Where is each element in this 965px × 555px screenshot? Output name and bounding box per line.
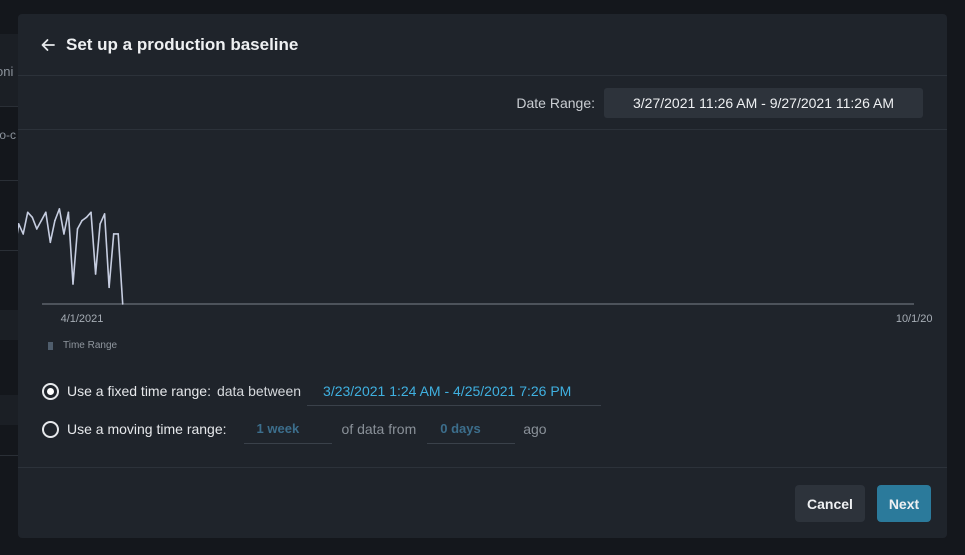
data-point — [67, 211, 70, 214]
moving-range-radio[interactable] — [42, 420, 59, 438]
cancel-button[interactable]: Cancel — [795, 485, 865, 522]
fixed-range-sublabel: data between — [216, 383, 302, 399]
data-point — [40, 219, 43, 222]
moving-range-option[interactable]: Use a moving time range: 1 week of data … — [42, 414, 601, 444]
data-point — [58, 208, 61, 210]
data-point — [85, 216, 88, 219]
data-point — [94, 273, 97, 275]
series-line — [18, 208, 124, 305]
footer-divider — [18, 467, 947, 468]
next-button[interactable]: Next — [877, 485, 931, 522]
moving-range-label: Use a moving time range: — [67, 421, 227, 437]
data-point — [72, 283, 74, 285]
data-point — [26, 211, 29, 214]
date-range-picker[interactable]: 3/27/2021 11:26 AM - 9/27/2021 11:26 AM — [604, 87, 923, 118]
background-divider — [0, 250, 18, 251]
background-divider — [0, 106, 18, 107]
moving-range-suffix: ago — [523, 421, 547, 437]
x-tick-label: 10/1/20 — [895, 313, 933, 325]
data-point — [103, 213, 106, 215]
arrow-left-icon[interactable] — [40, 37, 56, 53]
baseline-chart[interactable]: Time Range 4/1/20215/1/20216/1/20217/1/2… — [18, 154, 947, 354]
data-point — [90, 211, 92, 214]
fixed-range-field[interactable]: 3/23/2021 1:24 AM - 4/25/2021 7:26 PM — [307, 376, 602, 406]
data-point — [31, 216, 34, 219]
background-divider — [0, 180, 18, 181]
data-point — [22, 233, 25, 235]
modal-header: Set up a production baseline — [18, 14, 947, 76]
data-point — [112, 233, 115, 235]
moving-offset-field[interactable]: 0 days — [427, 414, 516, 444]
data-point — [63, 233, 65, 235]
x-tick-label: 4/1/2021 — [60, 313, 104, 325]
date-range-row: Date Range: 3/27/2021 11:26 AM - 9/27/20… — [18, 76, 947, 130]
data-point — [81, 219, 83, 222]
legend-swatch — [48, 341, 53, 350]
background-text: oni — [0, 64, 14, 79]
data-point — [49, 241, 52, 244]
data-point — [45, 211, 47, 214]
data-point — [121, 303, 124, 305]
moving-range-middle: of data from — [341, 421, 417, 437]
data-point — [76, 228, 79, 230]
data-point — [117, 233, 119, 235]
data-point — [108, 286, 110, 289]
time-range-options: Use a fixed time range: data between 3/2… — [42, 376, 602, 452]
background-divider — [0, 455, 18, 456]
background-text: to-c — [0, 128, 17, 142]
background-row — [0, 395, 18, 425]
moving-duration-field[interactable]: 1 week — [243, 414, 332, 444]
background-row — [0, 310, 18, 340]
chart-legend: Time Range — [48, 340, 117, 351]
baseline-modal: Set up a production baseline Date Range:… — [18, 14, 947, 538]
date-range-label: Date Range: — [516, 94, 595, 111]
chart-svg — [18, 208, 914, 305]
data-point — [99, 223, 101, 225]
fixed-range-label: Use a fixed time range: — [67, 383, 211, 399]
modal-title: Set up a production baseline — [66, 34, 299, 54]
data-point — [54, 219, 56, 222]
legend-label: Time Range — [63, 340, 118, 351]
data-point — [35, 228, 38, 230]
fixed-range-option[interactable]: Use a fixed time range: data between 3/2… — [42, 376, 602, 406]
fixed-range-radio[interactable] — [42, 382, 59, 400]
